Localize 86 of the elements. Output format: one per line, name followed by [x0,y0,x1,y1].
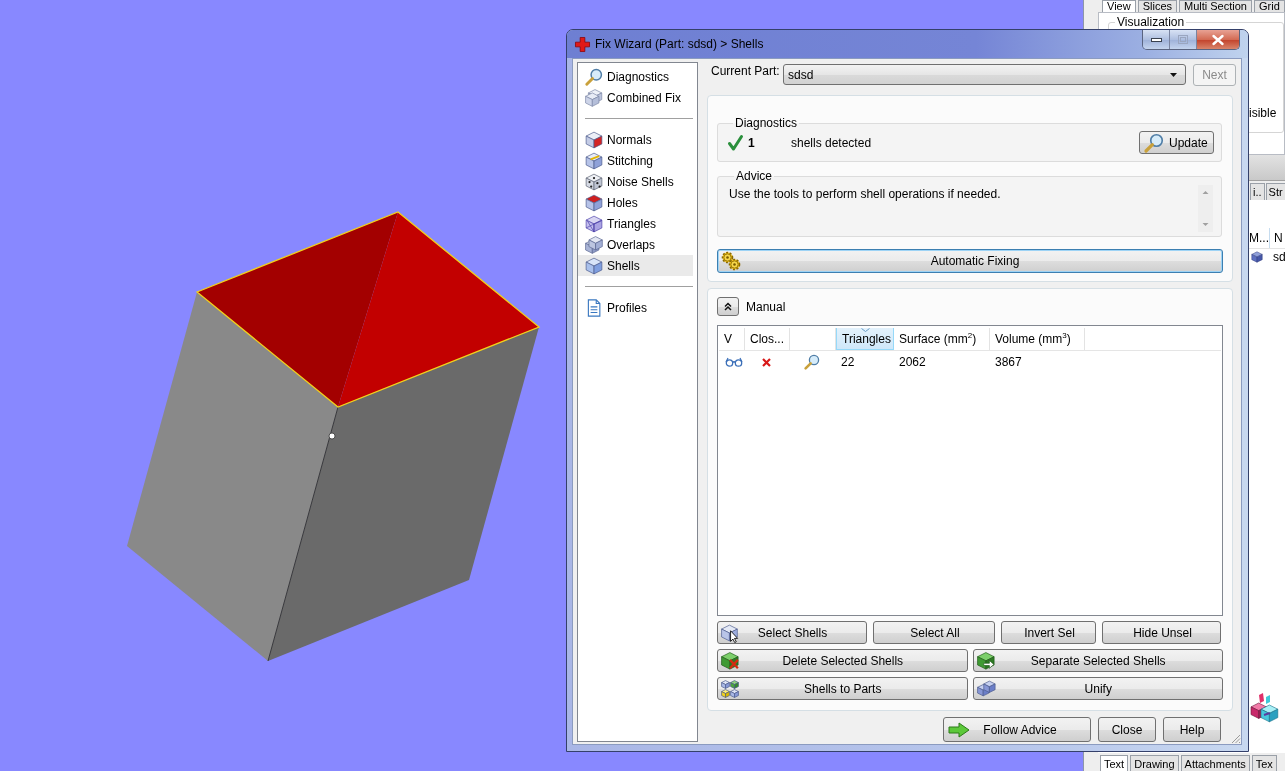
dotted-cube-icon [585,172,603,191]
cubes-grid-icon [721,679,739,698]
part-dropdown[interactable]: sdsd [783,64,1186,85]
cube-cursor-icon [721,623,739,642]
group-title: Advice [735,169,774,183]
tool-button[interactable]: Unify [972,677,1223,700]
column-header[interactable]: Clos... [745,328,790,350]
table-cell-text: 3867 [994,354,1023,371]
group-title: Diagnostics [734,116,799,130]
column-header[interactable]: N [1270,228,1283,248]
collapse-button[interactable] [717,297,739,316]
joined-cubes-icon [976,679,995,698]
tab[interactable]: Str [1265,183,1285,200]
magnifier-icon [1144,132,1164,153]
field-label: Current Part: [710,64,781,78]
double-chevron-up-icon [724,302,732,311]
tab[interactable]: Drawing [1130,755,1179,771]
magnifier-icon[interactable] [804,354,820,370]
sidebar-item[interactable]: Shells [578,255,693,276]
arrow-right-icon [948,721,970,738]
shell-count: 1 [748,135,756,150]
sidebar-item[interactable]: Diagnostics [578,66,693,87]
tool-button[interactable]: Separate Selected Shells [972,649,1223,672]
sidebar-item[interactable]: Overlaps [578,234,693,255]
table-cell-text: 2062 [898,354,927,371]
scrollbar[interactable] [1198,185,1213,232]
tab[interactable]: View [1102,0,1136,12]
table-cell-text: 22 [840,354,856,371]
tool-button[interactable]: Select Shells [717,621,867,644]
tool-button[interactable]: Shells to Parts [717,677,968,700]
option-label: isible [1249,106,1277,120]
tool-button[interactable]: Select All [873,621,995,644]
sidebar-item[interactable]: Triangles [578,213,693,234]
section-label: Manual [746,299,786,314]
tab[interactable]: Grid [1254,0,1285,12]
tool-button[interactable]: Delete Selected Shells [717,649,968,672]
cube-face-icon [585,130,603,149]
glasses-icon[interactable] [725,357,743,367]
dialog-button[interactable]: Close [1098,717,1156,742]
dialog-button[interactable]: Follow Advice [943,717,1091,742]
tab[interactable]: Tex [1251,755,1277,771]
column-header[interactable]: Volume (mm$^{3}$) [990,328,1085,350]
automatic-fixing-button[interactable]: Automatic Fixing [717,249,1223,273]
overlapping-cubes-icon [585,235,603,254]
sidebar-item[interactable]: Holes [578,192,693,213]
stacked-cubes-icon [585,88,603,107]
maximize-icon [1178,35,1188,44]
tool-button[interactable]: Invert Sel [1001,621,1096,644]
column-header[interactable]: Surface (mm$^{2}$) [894,328,990,350]
cube-seam-icon [585,151,603,170]
wireframe-cube-icon [585,214,603,233]
cube-x-icon [721,651,739,670]
sidebar-item[interactable]: Combined Fix [578,87,693,108]
column-header[interactable]: V [719,328,745,350]
close-icon [1212,34,1224,45]
magnifier-icon [585,67,603,86]
sidebar-item[interactable]: Normals [578,129,693,150]
open-cube-icon [585,193,603,212]
tab[interactable]: Slices [1137,0,1177,12]
tab[interactable]: Multi Section [1179,0,1252,12]
window-title: Fix Wizard (Part: sdsd) > Shells [595,37,764,51]
minimize-button[interactable] [1143,30,1170,49]
cross-icon [575,36,590,52]
dialog-button[interactable]: Help [1163,717,1221,742]
sidebar-item[interactable]: Noise Shells [578,171,693,192]
group-title: Visualization [1116,15,1186,29]
column-header[interactable]: Triangles [836,328,894,350]
document-icon [585,298,603,317]
minimize-icon [1150,37,1162,42]
close-button[interactable] [1197,30,1239,49]
resize-grip-icon[interactable] [1231,734,1241,744]
cube-icon [585,256,603,275]
tab[interactable]: i.. [1250,183,1265,200]
caret-icon [1170,72,1177,77]
diagnostics-message: shells detected [791,135,872,150]
sidebar-item[interactable]: Stitching [578,150,693,171]
cube-icon [1251,251,1263,263]
gears-icon [720,250,742,272]
cube-arrow-icon [976,651,995,670]
tab[interactable]: Text [1100,755,1129,771]
advice-text: Use the tools to perform shell operations if needed. [729,186,1002,201]
list-cell: sd [1273,250,1285,264]
sidebar-item[interactable]: Profiles [578,297,693,318]
tab[interactable]: Attachments [1180,755,1250,771]
update-button[interactable]: Update [1139,131,1214,154]
tool-button[interactable]: Hide Unsel [1102,621,1221,644]
